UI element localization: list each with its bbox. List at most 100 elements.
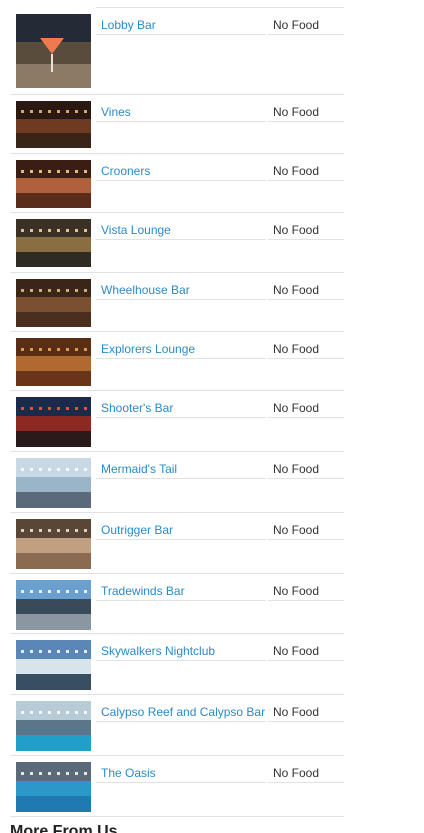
venue-food-cell: No Food xyxy=(268,756,344,783)
thumb-lights xyxy=(20,110,87,114)
venue-thumbnail[interactable] xyxy=(16,160,91,208)
table-row: Vines No Food xyxy=(10,95,344,154)
venue-name-link[interactable]: Mermaid's Tail xyxy=(101,462,177,476)
table-row: Vista Lounge No Food xyxy=(10,213,344,273)
thumb-lights xyxy=(20,407,87,410)
venue-thumbnail[interactable] xyxy=(16,519,91,569)
venue-food-status: No Food xyxy=(273,523,320,537)
venue-name-cell: Crooners xyxy=(96,154,266,181)
venue-food-cell: No Food xyxy=(268,95,344,122)
venue-food-status: No Food xyxy=(273,283,320,297)
table-row: Explorers Lounge No Food xyxy=(10,332,344,391)
thumb-band-bottom xyxy=(16,614,91,630)
table-row: Calypso Reef and Calypso Bar No Food xyxy=(10,695,344,756)
table-row: Tradewinds Bar No Food xyxy=(10,574,344,634)
thumb-band-mid xyxy=(16,599,91,614)
thumb-band-mid xyxy=(16,237,91,252)
venue-food-status: No Food xyxy=(273,164,320,178)
venue-thumbnail[interactable] xyxy=(16,338,91,386)
thumb-band-mid xyxy=(16,659,91,674)
venue-name-link[interactable]: Explorers Lounge xyxy=(101,342,195,356)
thumb-band-mid xyxy=(16,178,91,193)
venue-name-cell: Calypso Reef and Calypso Bar xyxy=(96,695,266,722)
venue-food-cell: No Food xyxy=(268,513,344,540)
venue-thumbnail[interactable] xyxy=(16,14,91,88)
thumb-lights xyxy=(20,347,87,351)
venue-name-cell: Explorers Lounge xyxy=(96,332,266,359)
venue-name-link[interactable]: Crooners xyxy=(101,164,150,178)
venue-name-cell: Outrigger Bar xyxy=(96,513,266,540)
venue-name-link[interactable]: Outrigger Bar xyxy=(101,523,173,537)
thumb-band-bottom xyxy=(16,64,91,88)
venue-food-cell: No Food xyxy=(268,213,344,240)
table-row: Lobby Bar No Food xyxy=(10,8,344,95)
thumb-band-mid xyxy=(16,416,91,431)
venue-food-cell: No Food xyxy=(268,695,344,722)
venue-name-cell: Vines xyxy=(96,95,266,122)
table-row: Skywalkers Nightclub No Food xyxy=(10,634,344,695)
table-row: Shooter's Bar No Food xyxy=(10,391,344,452)
venue-thumbnail[interactable] xyxy=(16,640,91,690)
venue-food-status: No Food xyxy=(273,705,320,719)
thumb-band-bottom xyxy=(16,796,91,812)
venue-name-link[interactable]: The Oasis xyxy=(101,766,156,780)
thumb-lights xyxy=(20,650,87,653)
venue-food-cell: No Food xyxy=(268,273,344,300)
venue-thumbnail[interactable] xyxy=(16,279,91,327)
thumb-lights xyxy=(20,288,87,292)
venue-name-cell: Shooter's Bar xyxy=(96,391,266,418)
venue-food-cell: No Food xyxy=(268,332,344,359)
more-section-heading: More From Us xyxy=(10,823,118,833)
venue-name-cell: The Oasis xyxy=(96,756,266,783)
venue-name-link[interactable]: Wheelhouse Bar xyxy=(101,283,190,297)
thumb-band-mid xyxy=(16,781,91,796)
venue-name-cell: Mermaid's Tail xyxy=(96,452,266,479)
venue-food-status: No Food xyxy=(273,223,320,237)
venue-food-cell: No Food xyxy=(268,452,344,479)
venue-food-status: No Food xyxy=(273,342,320,356)
venue-food-status: No Food xyxy=(273,584,320,598)
venue-name-link[interactable]: Lobby Bar xyxy=(101,18,156,32)
table-row: Mermaid's Tail No Food xyxy=(10,452,344,513)
venue-thumbnail[interactable] xyxy=(16,219,91,267)
thumb-lights xyxy=(20,468,87,471)
venue-name-link[interactable]: Calypso Reef and Calypso Bar xyxy=(101,705,265,719)
venue-thumbnail[interactable] xyxy=(16,458,91,508)
thumb-band-bottom xyxy=(16,132,91,148)
venue-food-status: No Food xyxy=(273,766,320,780)
table-row: The Oasis No Food xyxy=(10,756,344,817)
venue-name-cell: Wheelhouse Bar xyxy=(96,273,266,300)
thumb-lights xyxy=(20,169,87,173)
venue-name-link[interactable]: Vista Lounge xyxy=(101,223,171,237)
thumb-band-mid xyxy=(16,356,91,371)
thumb-lights xyxy=(20,772,87,775)
venue-thumbnail[interactable] xyxy=(16,701,91,751)
cocktail-stem-shape xyxy=(51,54,53,72)
thumb-band-bottom xyxy=(16,674,91,690)
thumb-lights xyxy=(20,711,87,714)
venue-food-cell: No Food xyxy=(268,391,344,418)
thumb-band-mid xyxy=(16,297,91,312)
venue-name-cell: Skywalkers Nightclub xyxy=(96,634,266,661)
thumb-band-bottom xyxy=(16,370,91,386)
table-row: Outrigger Bar No Food xyxy=(10,513,344,574)
thumb-band-bottom xyxy=(16,431,91,447)
thumb-band-mid xyxy=(16,477,91,492)
venue-name-cell: Vista Lounge xyxy=(96,213,266,240)
thumb-band-bottom xyxy=(16,553,91,569)
venue-name-cell: Tradewinds Bar xyxy=(96,574,266,601)
venue-thumbnail[interactable] xyxy=(16,101,91,148)
venue-thumbnail[interactable] xyxy=(16,397,91,447)
venue-name-link[interactable]: Vines xyxy=(101,105,131,119)
venue-name-link[interactable]: Shooter's Bar xyxy=(101,401,173,415)
thumb-band-mid xyxy=(16,720,91,735)
thumb-lights xyxy=(20,529,87,532)
venue-thumbnail[interactable] xyxy=(16,580,91,630)
venue-thumbnail[interactable] xyxy=(16,762,91,812)
venue-food-cell: No Food xyxy=(268,8,344,35)
venue-food-status: No Food xyxy=(273,105,320,119)
venue-name-link[interactable]: Tradewinds Bar xyxy=(101,584,185,598)
thumb-band-mid xyxy=(16,538,91,553)
venue-food-status: No Food xyxy=(273,644,320,658)
venue-name-link[interactable]: Skywalkers Nightclub xyxy=(101,644,215,658)
